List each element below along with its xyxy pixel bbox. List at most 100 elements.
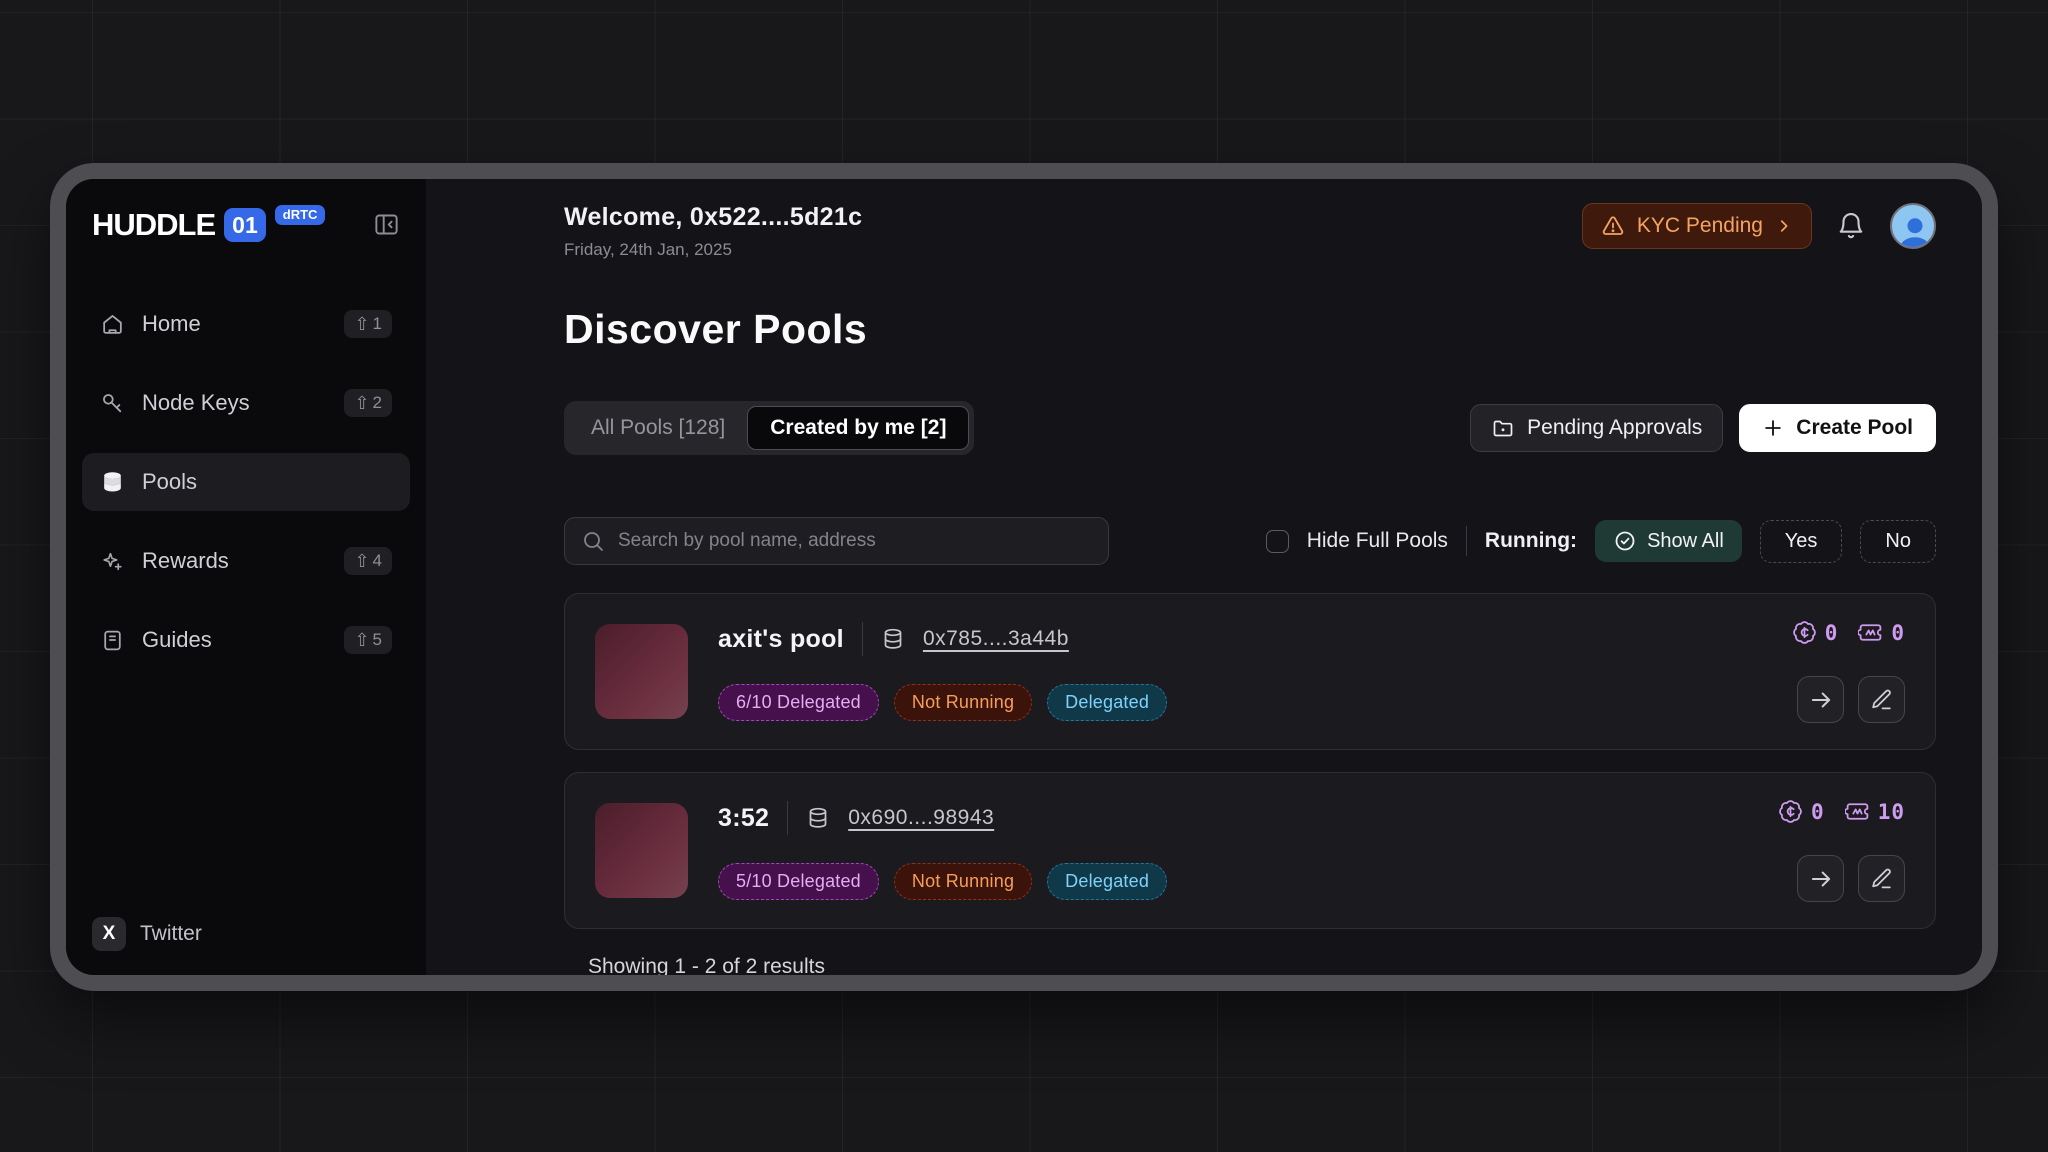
pool-badges: 5/10 Delegated Not Running Delegated (718, 863, 1167, 900)
tab-all-pools[interactable]: All Pools [128] (569, 407, 747, 449)
folder-icon (1491, 416, 1515, 440)
sidebar-item-label: Home (142, 311, 201, 337)
date-text: Friday, 24th Jan, 2025 (564, 240, 862, 260)
home-icon (100, 312, 125, 337)
pool-title-row: axit's pool 0x785....3a44b (718, 622, 1167, 656)
filter-divider (1466, 526, 1467, 556)
pool-name: 3:52 (718, 804, 769, 833)
app-window: HUDDLE 01 dRTC Home (66, 179, 1982, 975)
shift-key-icon: ⇧ (354, 394, 369, 412)
not-running-badge: Not Running (894, 863, 1032, 900)
logo: HUDDLE 01 dRTC (92, 205, 400, 245)
sidebar-item-label: Guides (142, 627, 212, 653)
shortcut-badge-home: ⇧ 1 (344, 310, 392, 338)
sidebar-item-label: Pools (142, 469, 197, 495)
pool-card: 3:52 0x690....98943 5/10 Delegated Not R… (564, 772, 1936, 929)
shift-key-icon: ⇧ (354, 631, 369, 649)
database-icon (100, 470, 125, 495)
hide-full-pools-label: Hide Full Pools (1307, 529, 1448, 553)
pending-approvals-button[interactable]: Pending Approvals (1470, 404, 1723, 452)
create-pool-button[interactable]: Create Pool (1739, 404, 1936, 452)
page-title: Discover Pools (564, 306, 1936, 353)
create-pool-label: Create Pool (1796, 416, 1913, 440)
pool-actions (1797, 676, 1905, 723)
open-pool-button[interactable] (1797, 676, 1844, 723)
not-running-badge: Not Running (894, 684, 1032, 721)
sidebar-item-label: Rewards (142, 548, 229, 574)
ticket-count: 10 (1845, 799, 1905, 824)
notification-bell-icon[interactable] (1836, 211, 1866, 241)
sidebar-item-pools[interactable]: Pools (82, 453, 410, 511)
tab-created-by-me[interactable]: Created by me [2] (747, 406, 969, 450)
twitter-link[interactable]: Twitter (140, 922, 202, 946)
delegated-badge: Delegated (1047, 684, 1167, 721)
ticket-icon (1845, 799, 1870, 824)
check-circle-icon (1613, 529, 1637, 553)
search-icon (581, 529, 605, 553)
delegated-count-badge: 5/10 Delegated (718, 863, 879, 900)
pool-info: 3:52 0x690....98943 5/10 Delegated Not R… (718, 799, 1167, 902)
sidebar: HUDDLE 01 dRTC Home (66, 179, 426, 975)
ticket-count: 0 (1858, 620, 1905, 645)
pool-address-link[interactable]: 0x690....98943 (848, 806, 994, 830)
sidebar-item-node-keys[interactable]: Node Keys ⇧ 2 (82, 374, 410, 432)
show-all-label: Show All (1647, 530, 1724, 553)
pool-card-right: 0 10 (1778, 799, 1905, 902)
sidebar-item-home[interactable]: Home ⇧ 1 (82, 295, 410, 353)
sidebar-collapse-icon[interactable] (373, 211, 400, 238)
pool-actions (1797, 855, 1905, 902)
pending-approvals-label: Pending Approvals (1527, 416, 1702, 440)
key-icon (100, 391, 125, 416)
running-yes-button[interactable]: Yes (1760, 520, 1843, 563)
kyc-pending-button[interactable]: KYC Pending (1582, 203, 1812, 249)
search-input[interactable] (618, 530, 1092, 552)
pool-name: axit's pool (718, 625, 844, 654)
pool-counts: 0 0 (1792, 620, 1905, 645)
welcome-block: Welcome, 0x522....5d21c Friday, 24th Jan… (564, 203, 862, 260)
sidebar-item-guides[interactable]: Guides ⇧ 5 (82, 611, 410, 669)
pool-badges: 6/10 Delegated Not Running Delegated (718, 684, 1167, 721)
pool-thumbnail (595, 803, 688, 898)
pool-tabs: All Pools [128] Created by me [2] (564, 401, 974, 455)
pool-counts: 0 10 (1778, 799, 1905, 824)
shortcut-badge-node-keys: ⇧ 2 (344, 389, 392, 417)
filter-row: Hide Full Pools Running: Show All Yes No (564, 517, 1936, 565)
title-divider (787, 801, 788, 835)
sidebar-nav: Home ⇧ 1 Node Keys ⇧ 2 (82, 295, 410, 669)
brand-01-badge: 01 (224, 208, 266, 242)
app-window-frame: HUDDLE 01 dRTC Home (50, 163, 1998, 991)
sidebar-item-rewards[interactable]: Rewards ⇧ 4 (82, 532, 410, 590)
pool-card-right: 0 0 (1792, 620, 1905, 723)
shift-key-icon: ⇧ (354, 552, 369, 570)
open-pool-button[interactable] (1797, 855, 1844, 902)
shortcut-number: 5 (373, 630, 382, 650)
running-show-all-button[interactable]: Show All (1595, 520, 1742, 562)
x-twitter-icon[interactable]: X (92, 917, 126, 951)
warning-icon (1601, 214, 1625, 238)
hide-full-pools-checkbox[interactable] (1266, 530, 1289, 553)
sparkles-icon (100, 549, 125, 574)
user-avatar[interactable] (1890, 203, 1936, 249)
topbar: Welcome, 0x522....5d21c Friday, 24th Jan… (564, 203, 1936, 260)
controls-row: All Pools [128] Created by me [2] Pendin… (564, 401, 1936, 455)
pool-address-link[interactable]: 0x785....3a44b (923, 627, 1069, 651)
book-icon (100, 628, 125, 653)
edit-pool-button[interactable] (1858, 855, 1905, 902)
pool-info: axit's pool 0x785....3a44b 6/10 Delegate… (718, 620, 1167, 723)
delegated-count-badge: 6/10 Delegated (718, 684, 879, 721)
database-icon (806, 806, 830, 830)
sidebar-footer: X Twitter (82, 907, 410, 961)
running-no-button[interactable]: No (1860, 520, 1936, 563)
pool-list: axit's pool 0x785....3a44b 6/10 Delegate… (564, 593, 1936, 929)
chevron-right-icon (1775, 217, 1793, 235)
pool-title-row: 3:52 0x690....98943 (718, 801, 1167, 835)
database-icon (881, 627, 905, 651)
ticket-count-value: 0 (1891, 621, 1905, 645)
running-label: Running: (1485, 529, 1577, 553)
title-divider (862, 622, 863, 656)
yes-label: Yes (1785, 530, 1818, 553)
pool-search[interactable] (564, 517, 1109, 565)
topbar-actions: KYC Pending (1582, 203, 1936, 249)
edit-pool-button[interactable] (1858, 676, 1905, 723)
coin-count: 0 (1778, 799, 1825, 824)
